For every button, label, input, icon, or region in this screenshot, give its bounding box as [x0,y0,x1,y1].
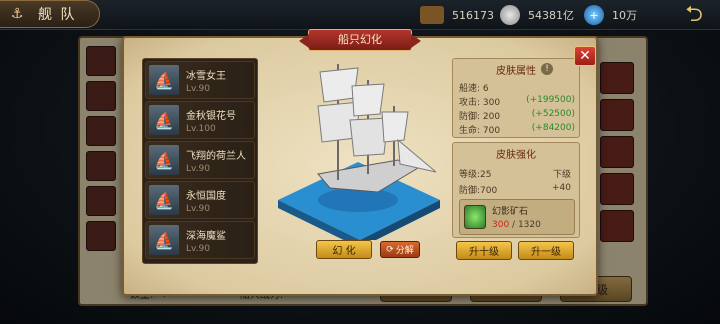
stat-attack: 攻击: 300 (+199500) [459,95,575,108]
ship-preview[interactable] [268,50,448,248]
skin-list-item[interactable]: ⛵ 飞翔的荷兰人 Lv.90 [145,141,255,179]
skin-enhance-panel: 皮肤强化 等级:25 下级 防御:700 +40 幻影矿石 300 / 1320 [452,142,580,238]
decompose-label: 分解 [395,246,414,256]
decompose-icon: ⟳ [386,244,394,255]
stat-speed: 船速: 6 [459,84,489,94]
decompose-button[interactable]: ⟳ 分解 [380,241,420,258]
skin-list: ⛵ 冰雪女王 Lv.90 ⛵ 金秋银花号 Lv.100 ⛵ 飞翔的荷兰人 Lv.… [142,58,258,264]
ship-model-image [278,64,440,248]
skin-enhance-heading: 皮肤强化 [496,150,536,161]
chest-icon [420,6,444,24]
enhance-level-row: 等级:25 下级 [459,170,571,180]
ship-thumbnail-icon: ⛵ [149,185,179,215]
skin-name: 金秋银花号 [186,111,236,122]
help-icon[interactable]: ! [541,63,553,75]
skin-attributes-heading: 皮肤属性 [496,66,536,77]
material-box[interactable]: 幻影矿石 300 / 1320 [459,199,575,235]
ship-thumbnail-icon: ⛵ [149,145,179,175]
modal-title: 船只幻化 [299,29,421,51]
gem-value: 10万 [612,9,637,22]
fleet-icon: ⚓ [10,6,24,22]
stat-hp: 生命: 700 (+84200) [459,123,575,136]
skin-level: Lv.90 [186,164,210,174]
skin-name: 冰雪女王 [186,71,226,82]
enhance-defense-row: 防御:700 +40 [459,183,571,196]
silver-coin-icon [500,5,520,25]
phantom-ore-icon [464,205,486,229]
ship-thumbnail-icon: ⛵ [149,105,179,135]
skin-level: Lv.90 [186,204,210,214]
resource-chest: 516173 [420,4,494,26]
ship-thumbnail-icon: ⛵ [149,225,179,255]
skin-level: Lv.90 [186,84,210,94]
skin-list-item[interactable]: ⛵ 永恒国度 Lv.90 [145,181,255,219]
close-button[interactable]: ✕ [574,46,596,66]
gem-icon: + [584,5,604,25]
skin-attributes-panel: 皮肤属性 ! 船速: 6 攻击: 300 (+199500) 防御: 200 (… [452,58,580,138]
skin-list-item[interactable]: ⛵ 金秋银花号 Lv.100 [145,101,255,139]
top-bar: ⚓ 舰 队 516173 54381亿 + 10万 ⮌ [0,0,720,30]
page-title-tab: ⚓ 舰 队 [0,0,100,28]
material-name: 幻影矿石 [492,207,529,217]
transform-button[interactable]: 幻 化 [316,240,372,259]
material-count: 300 / 1320 [492,220,541,230]
chest-value: 516173 [452,8,494,22]
skin-level: Lv.100 [186,124,216,134]
upgrade-one-button[interactable]: 升一级 [518,241,574,260]
skin-list-item[interactable]: ⛵ 深海魔鲨 Lv.90 [145,221,255,259]
silver-value: 54381亿 [528,9,574,22]
skin-name: 深海魔鲨 [186,231,226,242]
back-arrow-icon[interactable]: ⮌ [676,2,712,28]
upgrade-ten-button[interactable]: 升十级 [456,241,512,260]
skin-level: Lv.90 [186,244,210,254]
ship-thumbnail-icon: ⛵ [149,65,179,95]
page-title: 舰 队 [38,7,77,23]
skin-name: 永恒国度 [186,191,226,202]
stat-defense: 防御: 200 (+52500) [459,109,575,122]
resource-silver: 54381亿 [500,4,574,26]
skin-list-item[interactable]: ⛵ 冰雪女王 Lv.90 [145,61,255,99]
resource-gem: + 10万 [584,4,637,26]
skin-name: 飞翔的荷兰人 [186,151,246,162]
